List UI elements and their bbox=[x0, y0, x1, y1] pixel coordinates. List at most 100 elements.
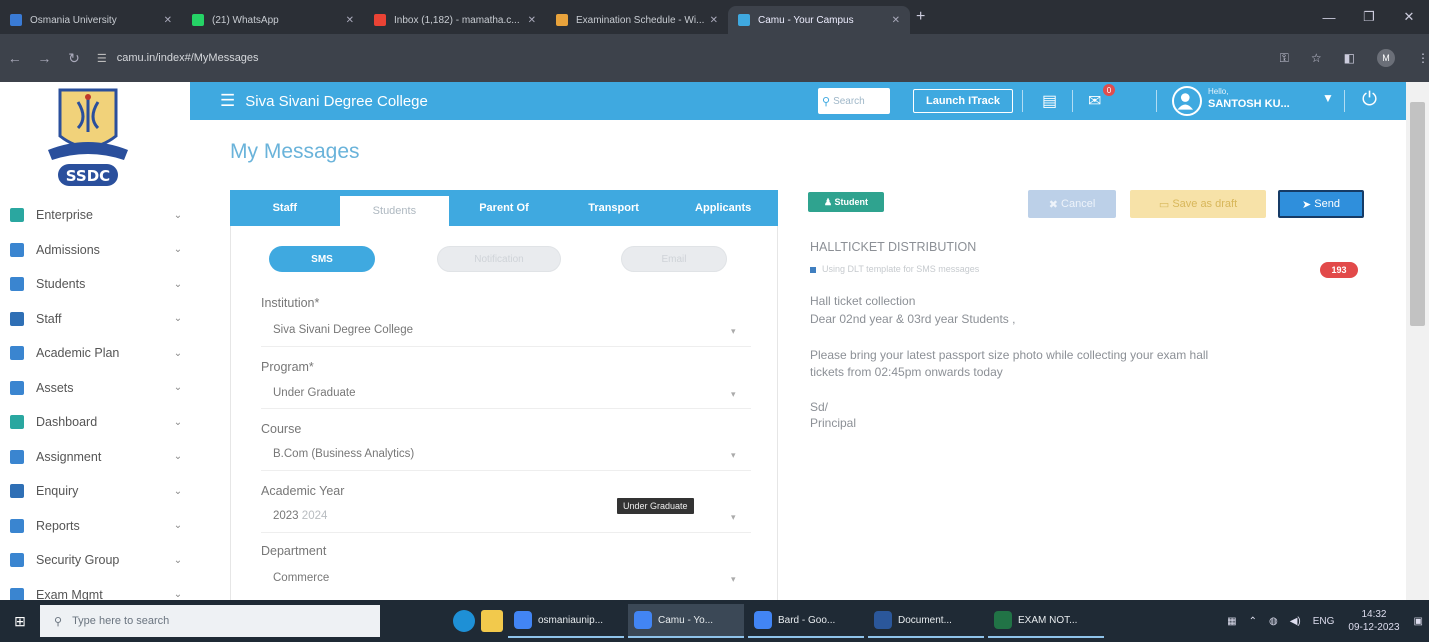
sidebar-item-label: Academic Plan bbox=[36, 346, 120, 361]
language-indicator[interactable]: ENG bbox=[1313, 616, 1335, 627]
browser-menu-icon[interactable]: ⋮ bbox=[1417, 51, 1429, 65]
app-header: ☰ Siva Sivani Degree College ⚲ Search La… bbox=[190, 82, 1406, 120]
program-select[interactable]: Under Graduate bbox=[273, 387, 355, 399]
program-tooltip: Under Graduate bbox=[617, 498, 694, 514]
institution-select[interactable]: Siva Sivani Degree College bbox=[273, 324, 413, 336]
browser-tab[interactable]: Examination Schedule - Wi... ✕ bbox=[546, 6, 728, 34]
browser-tab-active[interactable]: Camu - Your Campus ✕ bbox=[728, 6, 910, 34]
email-channel-button[interactable]: Email bbox=[621, 246, 727, 272]
tab-staff[interactable]: Staff bbox=[230, 190, 340, 226]
sms-channel-button[interactable]: SMS bbox=[269, 246, 375, 272]
sidebar-item-reports[interactable]: Reports ⌄ bbox=[0, 509, 190, 544]
restore-icon[interactable]: ❐ bbox=[1349, 9, 1389, 25]
tab-favicon bbox=[738, 14, 750, 26]
browser-tab-bar: Osmania University ✕ (21) WhatsApp ✕ Inb… bbox=[0, 0, 1429, 34]
browser-tab[interactable]: (21) WhatsApp ✕ bbox=[182, 6, 364, 34]
tab-transport[interactable]: Transport bbox=[559, 190, 669, 226]
back-icon[interactable]: ← bbox=[0, 50, 30, 66]
notification-center-icon[interactable]: ▣ bbox=[1414, 616, 1423, 627]
sidebar-item-admissions[interactable]: Admissions ⌄ bbox=[0, 233, 190, 268]
scrollbar-thumb[interactable] bbox=[1410, 102, 1425, 326]
taskbar-search-input[interactable]: ⚲ Type here to search bbox=[40, 605, 380, 637]
user-avatar-icon[interactable] bbox=[1172, 86, 1202, 116]
close-tab-icon[interactable]: ✕ bbox=[528, 15, 536, 26]
browser-tab[interactable]: Inbox (1,182) - mamatha.c... ✕ bbox=[364, 6, 546, 34]
tray-chevron-icon[interactable]: ⌃ bbox=[1249, 616, 1257, 627]
taskbar-app[interactable]: Document... bbox=[868, 604, 984, 638]
forward-icon[interactable]: → bbox=[30, 50, 60, 66]
message-body-line[interactable]: Please bring your latest passport size p… bbox=[810, 348, 1208, 362]
page-scrollbar[interactable] bbox=[1406, 82, 1429, 600]
tab-applicants[interactable]: Applicants bbox=[668, 190, 778, 226]
taskbar-clock[interactable]: 14:32 09-12-2023 bbox=[1348, 608, 1399, 634]
mail-icon[interactable]: ✉ bbox=[1088, 91, 1101, 111]
notification-channel-button[interactable]: Notification bbox=[437, 246, 561, 272]
tab-title: Camu - Your Campus bbox=[758, 14, 854, 26]
sidebar-item-assets[interactable]: Assets ⌄ bbox=[0, 371, 190, 406]
tab-students[interactable]: Students bbox=[339, 196, 450, 226]
tab-parent-of[interactable]: Parent Of bbox=[449, 190, 559, 226]
browser-tab[interactable]: Osmania University ✕ bbox=[0, 6, 182, 34]
message-body-line[interactable]: Sd/ bbox=[810, 400, 828, 414]
department-select[interactable]: Commerce bbox=[273, 572, 329, 584]
save-as-draft-button[interactable]: ▭ Save as draft bbox=[1130, 190, 1266, 218]
file-explorer-icon[interactable] bbox=[481, 610, 503, 632]
minimize-icon[interactable]: — bbox=[1309, 10, 1349, 25]
message-body-line[interactable]: Hall ticket collection bbox=[810, 294, 915, 308]
taskbar-app[interactable]: EXAM NOT... bbox=[988, 604, 1104, 638]
taskbar-app[interactable]: Bard - Goo... bbox=[748, 604, 864, 638]
windows-start-icon[interactable]: ⊞ bbox=[0, 613, 40, 630]
sidepanel-icon[interactable]: ◧ bbox=[1344, 51, 1355, 65]
network-icon[interactable]: ◍ bbox=[1269, 616, 1278, 627]
taskbar-app-label: EXAM NOT... bbox=[1018, 614, 1078, 626]
reload-icon[interactable]: ↻ bbox=[59, 50, 89, 67]
taskbar-app-active[interactable]: Camu - Yo... bbox=[628, 604, 744, 638]
message-body-line[interactable]: Principal bbox=[810, 416, 856, 430]
profile-avatar[interactable]: M bbox=[1376, 49, 1395, 67]
sidebar-item-dashboard[interactable]: Dashboard ⌄ bbox=[0, 405, 190, 440]
message-body-line[interactable]: tickets from 02:45pm onwards today bbox=[810, 365, 1003, 379]
message-body-line[interactable]: Dear 02nd year & 03rd year Students , bbox=[810, 312, 1015, 326]
new-tab-icon[interactable]: + bbox=[916, 8, 925, 26]
close-tab-icon[interactable]: ✕ bbox=[710, 15, 718, 26]
cancel-label: Cancel bbox=[1061, 198, 1096, 210]
close-tab-icon[interactable]: ✕ bbox=[892, 15, 900, 26]
send-button[interactable]: ➤ Send bbox=[1278, 190, 1364, 218]
sidebar-item-academic-plan[interactable]: Academic Plan ⌄ bbox=[0, 336, 190, 371]
power-logout-icon[interactable]: ⏻ bbox=[1362, 89, 1377, 111]
password-key-icon[interactable]: ⚿ bbox=[1280, 51, 1289, 66]
url-field[interactable]: ☰ camu.in/index#/MyMessages bbox=[97, 43, 1262, 73]
filter-panel: SMS Notification Email Institution* Siva… bbox=[230, 226, 778, 600]
close-tab-icon[interactable]: ✕ bbox=[164, 15, 172, 26]
message-card-icon[interactable]: ▤ bbox=[1042, 91, 1057, 111]
cancel-button[interactable]: ✖ Cancel bbox=[1028, 190, 1116, 218]
header-search-input[interactable]: ⚲ Search bbox=[818, 88, 890, 114]
tab-title: Osmania University bbox=[30, 14, 117, 26]
sidebar-item-assignment[interactable]: Assignment ⌄ bbox=[0, 440, 190, 475]
course-select[interactable]: B.Com (Business Analytics) bbox=[273, 448, 414, 460]
user-name[interactable]: SANTOSH KU... bbox=[1208, 98, 1290, 110]
taskbar-app[interactable]: osmaniaunip... bbox=[508, 604, 624, 638]
hamburger-menu-icon[interactable]: ☰ bbox=[220, 91, 235, 111]
user-dropdown-icon[interactable]: ▼ bbox=[1322, 91, 1334, 105]
tray-app-icon[interactable]: ▦ bbox=[1227, 616, 1236, 627]
browser-toolbar: ⚿ ☆ ◧ M ⋮ bbox=[1280, 49, 1429, 67]
site-info-icon[interactable]: ☰ bbox=[97, 52, 107, 65]
message-subject[interactable]: HALLTICKET DISTRIBUTION bbox=[810, 240, 976, 254]
sidebar-item-staff[interactable]: Staff ⌄ bbox=[0, 302, 190, 337]
sidebar-item-security-group[interactable]: Security Group ⌄ bbox=[0, 543, 190, 578]
chrome-icon bbox=[634, 611, 652, 629]
sidebar-item-enquiry[interactable]: Enquiry ⌄ bbox=[0, 474, 190, 509]
academic-year-select[interactable]: 2023 2024 bbox=[273, 510, 327, 522]
close-tab-icon[interactable]: ✕ bbox=[346, 15, 354, 26]
bookmark-star-icon[interactable]: ☆ bbox=[1311, 51, 1322, 65]
sidebar-item-enterprise[interactable]: Enterprise ⌄ bbox=[0, 198, 190, 233]
launch-itrack-button[interactable]: Launch ITrack bbox=[913, 89, 1013, 113]
word-icon bbox=[874, 611, 892, 629]
dlt-note: Using DLT template for SMS messages bbox=[822, 264, 980, 274]
chrome-icon bbox=[514, 611, 532, 629]
volume-icon[interactable]: ◀) bbox=[1290, 616, 1301, 627]
edge-icon[interactable] bbox=[453, 610, 475, 632]
sidebar-item-students[interactable]: Students ⌄ bbox=[0, 267, 190, 302]
close-window-icon[interactable]: ✕ bbox=[1389, 9, 1429, 25]
